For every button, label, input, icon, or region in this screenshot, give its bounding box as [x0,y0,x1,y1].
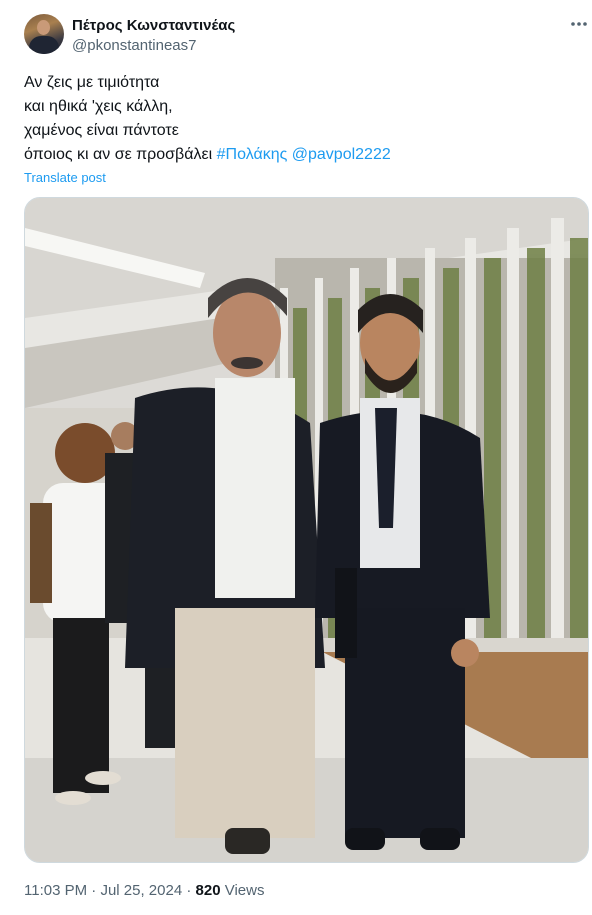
tweet-text-line: Αν ζεις με τιμιότητα [24,74,160,91]
tweet-text-fragment: όποιος κι αν σε προσβάλει [24,146,217,163]
more-horizontal-icon [571,22,587,26]
meta-separator: · [87,882,101,899]
avatar-suit [29,36,59,54]
tweet-text-last-line: όποιος κι αν σε προσβάλει #Πολάκης @pavp… [24,143,572,167]
tweet-text-line: χαμένος είναι πάντοτε [24,122,179,139]
hashtag-link[interactable]: #Πολάκης [217,146,288,163]
translate-post-link[interactable]: Translate post [24,170,106,186]
avatar[interactable] [24,14,64,54]
tweet-meta: 11:03 PM · Jul 25, 2024 · 820 Views [24,881,264,901]
views-count: 820 [195,882,221,899]
tweet-photo[interactable] [24,197,589,863]
tweet-text-line: και ηθικά 'χεις κάλλη, [24,98,173,115]
author-handle[interactable]: @pkonstantineas7 [72,37,196,55]
mention-link[interactable]: @pavpol2222 [292,146,391,163]
meta-separator: · [182,882,196,899]
views-label: Views [220,882,265,899]
tweet: Πέτρος Κωνσταντινέας @pkonstantineas7 Αν… [0,0,592,915]
photo-image [25,198,588,862]
author-display-name[interactable]: Πέτρος Κωνσταντινέας [72,17,235,35]
avatar-face [37,20,50,35]
tweet-text: Αν ζεις με τιμιότητα και ηθικά 'χεις κάλ… [24,71,572,167]
tweet-time[interactable]: 11:03 PM [24,882,87,899]
tweet-date[interactable]: Jul 25, 2024 [100,882,182,899]
more-button[interactable] [568,14,590,34]
